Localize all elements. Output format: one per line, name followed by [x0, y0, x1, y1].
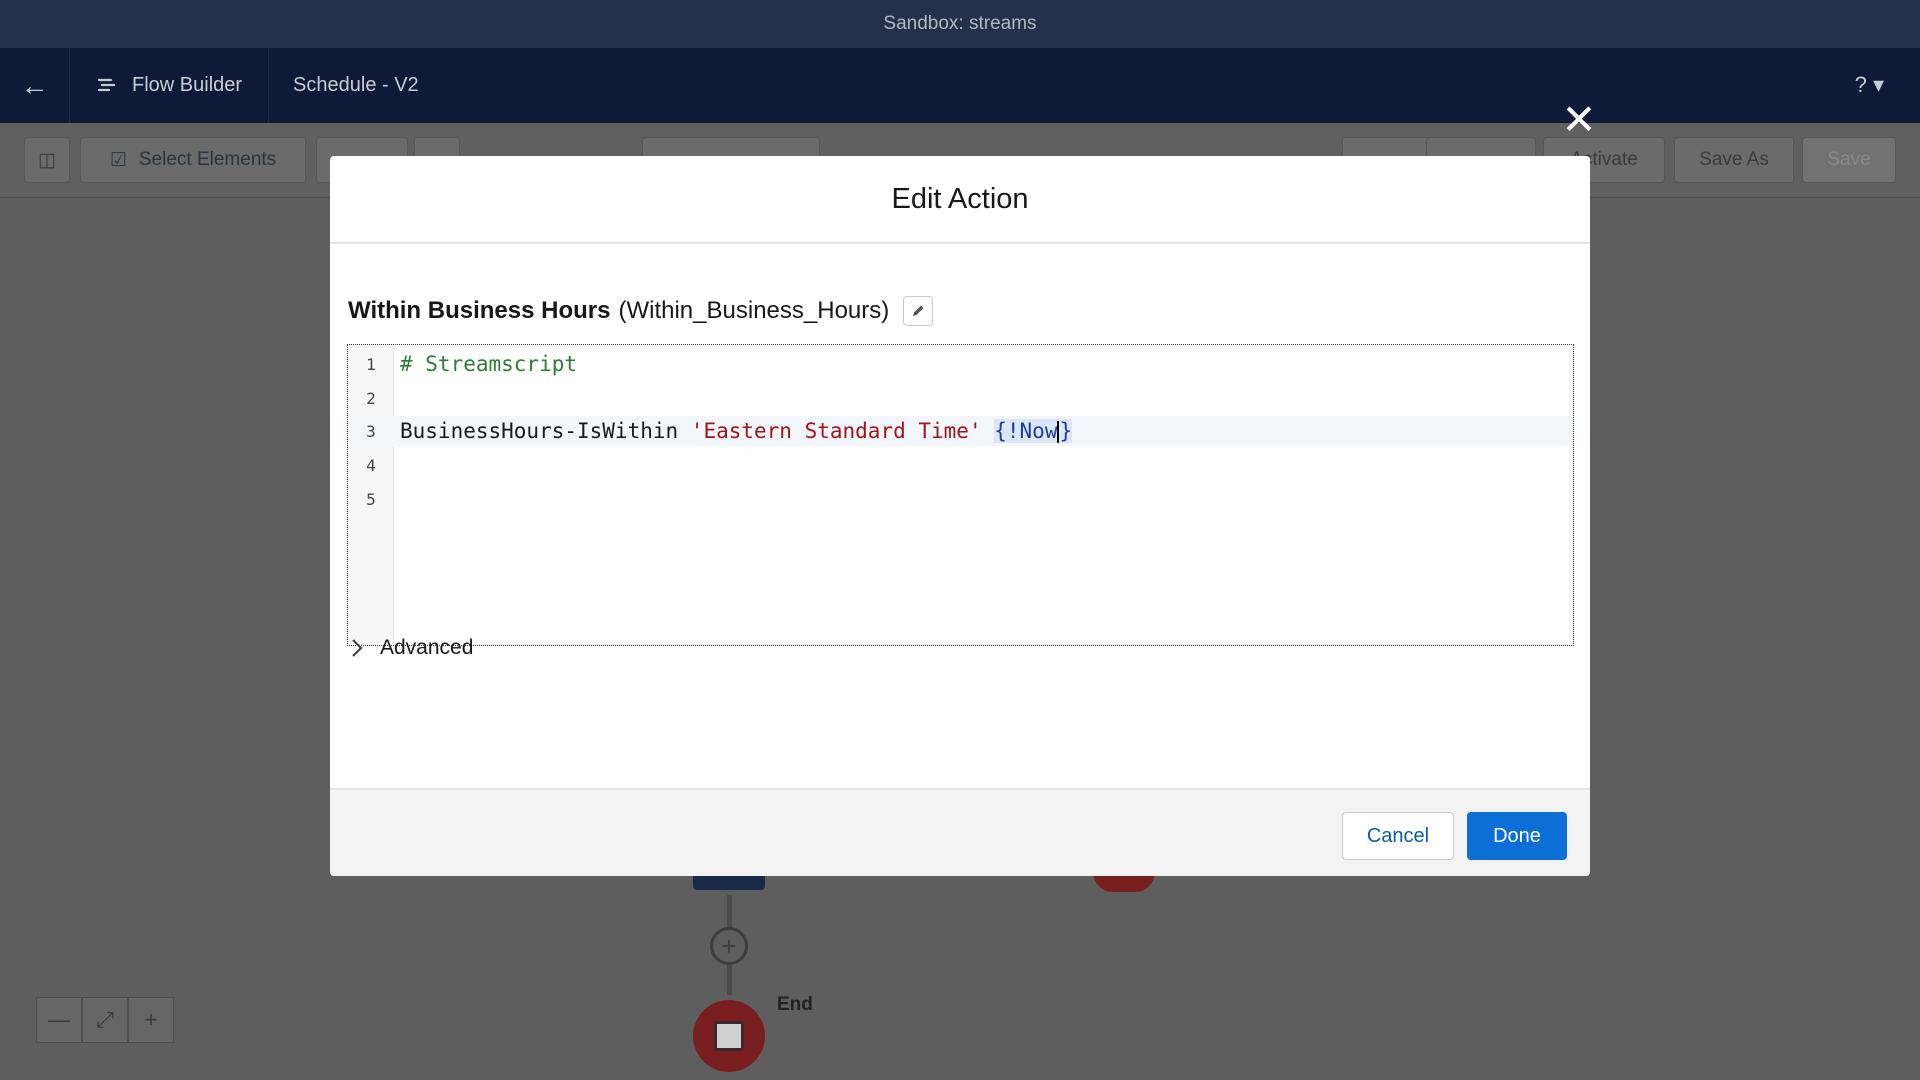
code-text: BusinessHours-IsWithin 'Eastern Standard…	[394, 419, 1073, 443]
pencil-glyph	[913, 305, 924, 316]
code-comment: # Streamscript	[400, 352, 578, 376]
code-merge-field: {!Now}	[994, 419, 1073, 443]
checkbox-icon: ☑	[109, 149, 127, 171]
modal-body: Within Business Hours (Within_Business_H…	[330, 244, 1590, 790]
action-title: Within Business Hours (Within_Business_H…	[348, 296, 934, 326]
back-arrow-icon[interactable]: ←	[0, 48, 70, 123]
save-as-button[interactable]: Save As	[1674, 137, 1794, 183]
close-modal-icon[interactable]: ✕	[1559, 99, 1599, 141]
flow-name: Schedule - V2	[293, 74, 419, 96]
line-number: 4	[366, 455, 376, 475]
end-node[interactable]	[693, 1000, 765, 1072]
code-line: 5	[348, 484, 1573, 514]
window-title: Sandbox: streams	[883, 13, 1037, 34]
add-element-icon[interactable]: +	[710, 927, 748, 965]
action-api-name: (Within_Business_Hours)	[618, 297, 890, 324]
modal-header: Edit Action	[330, 156, 1590, 244]
app-name: Flow Builder	[132, 74, 243, 96]
window-title-bar: Sandbox: streams	[0, 0, 1920, 48]
flow-builder-app: Flow Builder	[70, 48, 270, 123]
toggle-sidebar-icon[interactable]: ◫	[24, 137, 70, 183]
fit-view-icon[interactable]: ⤢	[82, 997, 128, 1043]
done-button[interactable]: Done	[1467, 812, 1567, 860]
code-line: 2	[348, 383, 1573, 413]
line-number: 3	[366, 421, 376, 441]
flow-builder-icon	[97, 78, 116, 91]
line-number: 1	[366, 354, 376, 374]
code-line: 4	[348, 450, 1573, 480]
zoom-controls: — ⤢ +	[36, 997, 174, 1043]
pencil-icon[interactable]	[903, 296, 934, 326]
code-command: BusinessHours-IsWithin	[400, 419, 691, 443]
advanced-label: Advanced	[380, 636, 474, 659]
select-elements-button[interactable]: ☑ Select Elements	[80, 137, 306, 183]
chevron-right-icon	[352, 639, 363, 657]
cancel-button[interactable]: Cancel	[1342, 812, 1454, 860]
zoom-out-icon[interactable]: —	[36, 997, 82, 1043]
zoom-in-icon[interactable]: +	[128, 997, 174, 1043]
action-label: Within Business Hours	[348, 297, 611, 324]
code-line: 1 # Streamscript	[348, 349, 1573, 379]
code-line-active: 3 BusinessHours-IsWithin 'Eastern Standa…	[348, 416, 1573, 446]
help-menu-icon[interactable]: ? ▾	[1855, 72, 1884, 98]
modal-footer: Cancel Done	[330, 788, 1590, 876]
line-number: 2	[366, 388, 376, 408]
app-header: ← Flow Builder Schedule - V2 ? ▾	[0, 48, 1920, 123]
end-label: End	[777, 994, 813, 1015]
edit-action-modal: Edit Action Within Business Hours (Withi…	[330, 156, 1590, 876]
advanced-section-toggle[interactable]: Advanced	[350, 636, 473, 660]
line-number: 5	[366, 489, 376, 509]
stop-icon	[714, 1021, 744, 1051]
save-button[interactable]: Save	[1802, 137, 1896, 183]
code-string: 'Eastern Standard Time'	[690, 419, 982, 443]
modal-title: Edit Action	[891, 182, 1029, 215]
code-editor[interactable]: 1 # Streamscript 2 3 BusinessHours-IsWit…	[347, 344, 1574, 646]
